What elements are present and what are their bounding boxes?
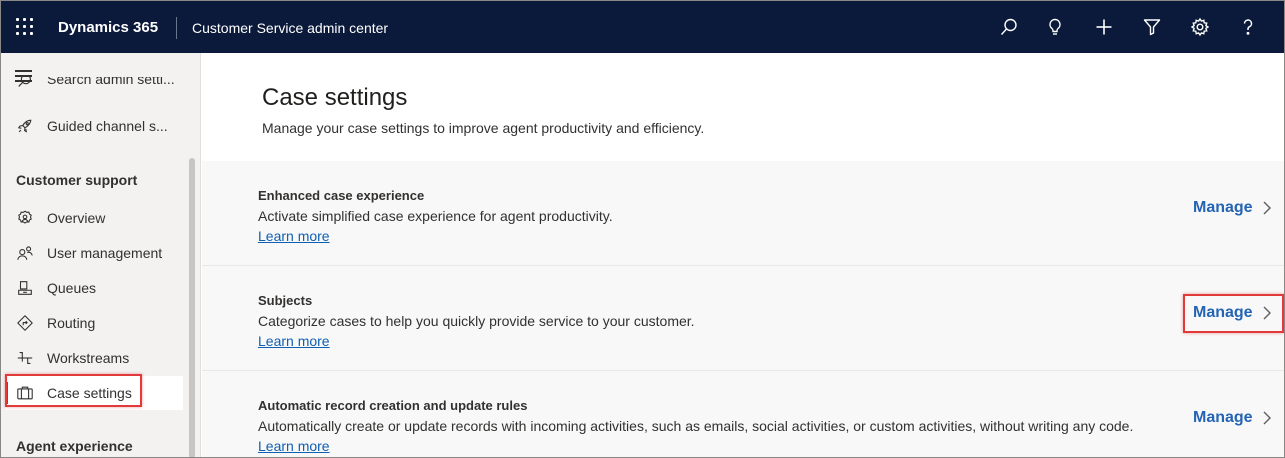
search-icon[interactable] <box>997 15 1021 39</box>
card-title: Subjects <box>258 293 313 308</box>
section-agent-experience: Agent experience <box>16 438 133 454</box>
card-description: Categorize cases to help you quickly pro… <box>258 313 695 329</box>
manage-button[interactable]: Manage <box>1193 304 1273 322</box>
lightbulb-icon[interactable] <box>1043 15 1067 39</box>
learn-more-link[interactable]: Learn more <box>258 438 330 454</box>
sidebar-item-label: User management <box>47 245 163 261</box>
manage-label: Manage <box>1193 409 1253 426</box>
sidebar-item-label: Search admin setti... <box>47 77 175 87</box>
sidebar-item-case-settings[interactable]: Case settings <box>5 376 183 410</box>
card-subjects: Subjects Categorize cases to help you qu… <box>202 266 1284 371</box>
sidebar-item-search-admin-settings[interactable]: Search admin setti... <box>5 77 183 97</box>
card-title: Enhanced case experience <box>258 188 425 203</box>
sidebar-item-label: Workstreams <box>47 350 130 366</box>
main-content: Case settings Manage your case settings … <box>202 53 1284 457</box>
sidebar-item-routing[interactable]: Routing <box>5 306 183 340</box>
chevron-right-icon <box>1263 411 1271 425</box>
sidebar-item-guided-channel-setup[interactable]: Guided channel s... <box>5 109 183 143</box>
topbar-divider <box>176 17 177 39</box>
app-name: Customer Service admin center <box>192 20 389 36</box>
manage-label: Manage <box>1193 304 1253 321</box>
manage-button[interactable]: Manage <box>1193 409 1273 427</box>
search-icon <box>15 77 35 91</box>
queue-icon <box>15 278 35 298</box>
workstream-icon <box>15 348 35 368</box>
card-description: Automatically create or update records w… <box>258 418 1134 434</box>
gear-icon[interactable] <box>1188 15 1212 39</box>
sidebar-item-overview[interactable]: Overview <box>5 201 183 235</box>
learn-more-link[interactable]: Learn more <box>258 333 330 349</box>
page-title: Case settings <box>262 84 408 111</box>
sidebar-item-queues[interactable]: Queues <box>5 271 183 305</box>
card-title: Automatic record creation and update rul… <box>258 398 528 413</box>
top-bar: Dynamics 365 Customer Service admin cent… <box>1 1 1284 53</box>
overview-icon <box>15 208 35 228</box>
sidebar-item-label: Case settings <box>47 385 132 401</box>
learn-more-link[interactable]: Learn more <box>258 228 330 244</box>
chevron-right-icon <box>1263 201 1271 215</box>
app-launcher-icon[interactable] <box>15 17 35 37</box>
sidebar-item-user-management[interactable]: User management <box>5 236 183 270</box>
manage-label: Manage <box>1193 199 1253 216</box>
sidebar-item-label: Routing <box>47 315 96 331</box>
briefcase-icon <box>15 383 35 403</box>
page-subtitle: Manage your case settings to improve age… <box>262 120 705 136</box>
sidebar-item-label: Guided channel s... <box>47 118 168 134</box>
routing-icon <box>15 313 35 333</box>
plus-icon[interactable] <box>1092 15 1116 39</box>
settings-list: Enhanced case experience Activate simpli… <box>202 161 1284 457</box>
brand-name[interactable]: Dynamics 365 <box>58 19 158 36</box>
manage-button[interactable]: Manage <box>1193 199 1273 217</box>
sidebar-item-label: Overview <box>47 210 106 226</box>
filter-icon[interactable] <box>1140 15 1164 39</box>
help-icon[interactable] <box>1236 15 1260 39</box>
sidebar-item-workstreams[interactable]: Workstreams <box>5 341 183 375</box>
card-enhanced-case-experience: Enhanced case experience Activate simpli… <box>202 161 1284 266</box>
users-icon <box>15 243 35 263</box>
section-customer-support: Customer support <box>16 172 138 188</box>
card-description: Activate simplified case experience for … <box>258 208 613 224</box>
sidebar: Search admin setti... Guided channel s..… <box>1 53 201 457</box>
rocket-icon <box>15 116 35 136</box>
active-indicator <box>5 382 8 404</box>
sidebar-scrollbar[interactable] <box>189 158 195 457</box>
card-automatic-record-creation: Automatic record creation and update rul… <box>202 371 1284 457</box>
app-window: Dynamics 365 Customer Service admin cent… <box>0 0 1285 458</box>
sidebar-item-label: Queues <box>47 280 97 296</box>
chevron-right-icon <box>1263 306 1271 320</box>
